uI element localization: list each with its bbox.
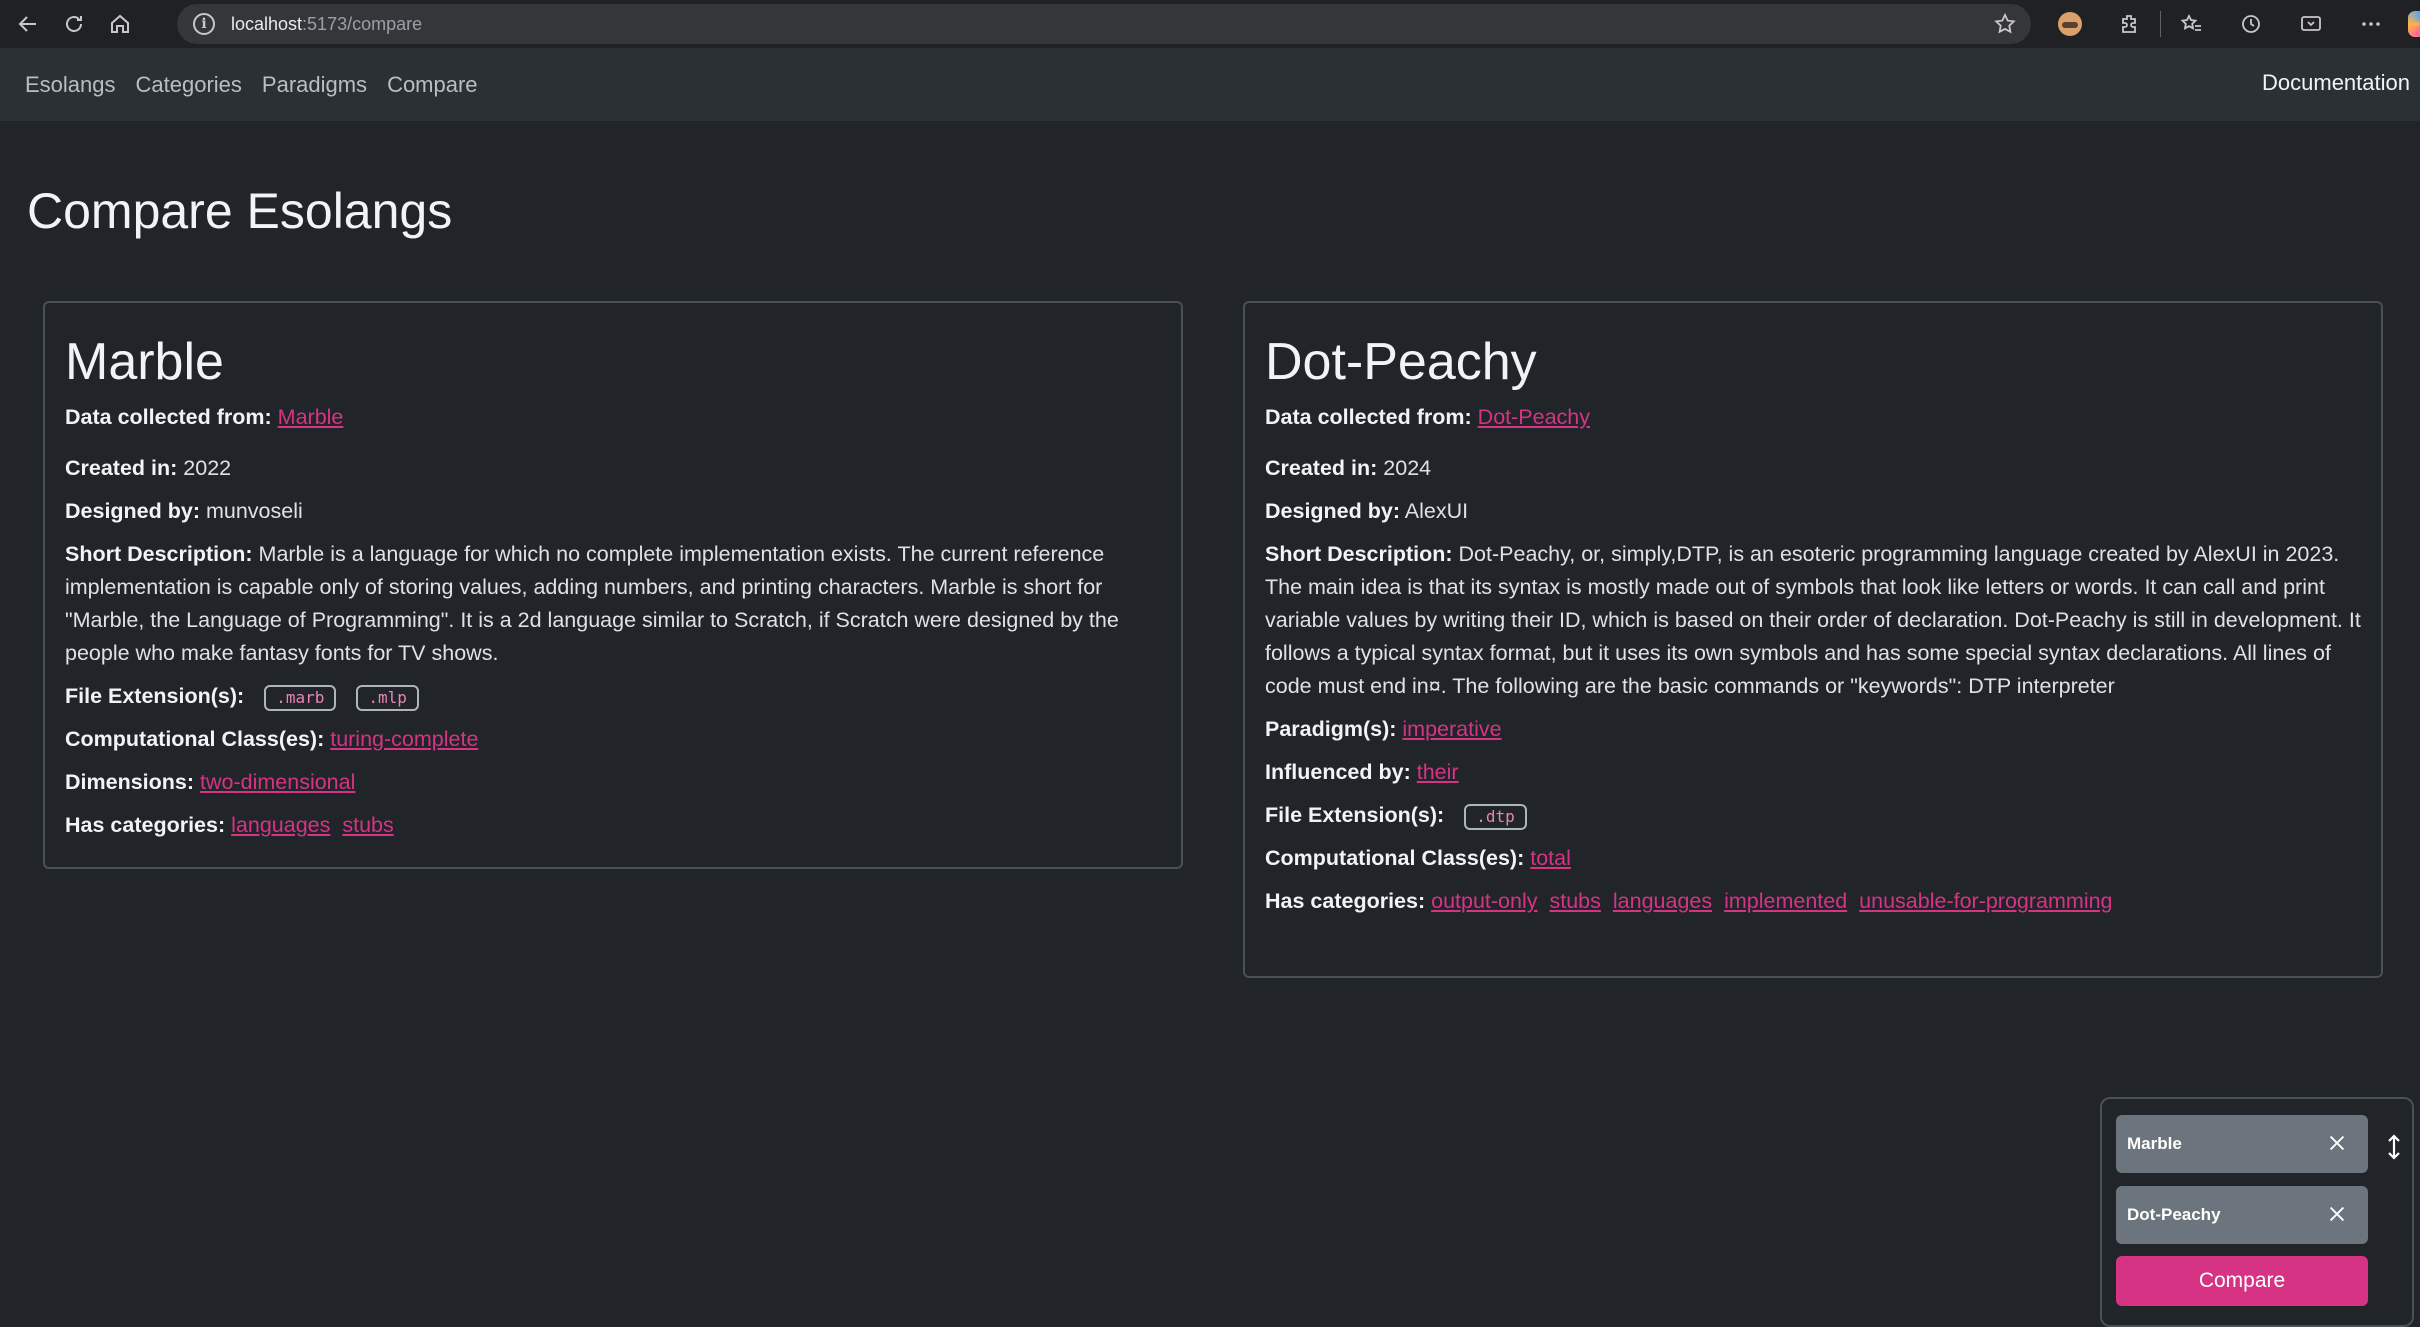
categories-row: Has categories: output-only stubs langua…: [1265, 889, 2113, 914]
copilot-icon[interactable]: [2401, 1, 2420, 47]
nav-compare[interactable]: Compare: [387, 72, 477, 98]
computational-class-row: Computational Class(es): turing-complete: [65, 727, 479, 752]
data-source-row: Data collected from: Dot-Peachy: [1265, 405, 1591, 430]
created-row: Created in: 2022: [65, 456, 232, 481]
category-link[interactable]: output-only: [1431, 889, 1537, 913]
paradigm-link[interactable]: imperative: [1402, 717, 1501, 741]
esolang-name: Dot-Peachy: [1265, 333, 1537, 391]
compare-item-label: Dot-Peachy: [2127, 1205, 2221, 1224]
nav-categories[interactable]: Categories: [136, 72, 242, 98]
nav-esolangs[interactable]: Esolangs: [25, 72, 116, 98]
created-row: Created in: 2024: [1265, 456, 1432, 481]
computational-class-link[interactable]: total: [1530, 846, 1571, 870]
description-row: Short Description: Dot-Peachy, or, simpl…: [1265, 542, 2361, 699]
compare-item: Marble: [2116, 1115, 2368, 1173]
app-navbar: Esolangs Categories Paradigms Compare Do…: [0, 48, 2420, 121]
reload-icon[interactable]: [51, 1, 97, 47]
designer-row: Designed by: munvoseli: [65, 499, 303, 524]
favorites-icon[interactable]: [2161, 1, 2221, 47]
compare-button[interactable]: Compare: [2116, 1256, 2368, 1306]
influenced-by-link[interactable]: their: [1417, 760, 1459, 784]
category-link[interactable]: languages: [1613, 889, 1712, 913]
close-icon[interactable]: [2326, 1132, 2348, 1154]
category-link[interactable]: languages: [231, 813, 330, 837]
drag-handle-icon[interactable]: [2384, 1133, 2404, 1161]
nav-documentation[interactable]: Documentation: [2262, 70, 2410, 96]
compare-panel: Marble Dot-Peachy Compare: [2100, 1097, 2414, 1327]
data-source-link[interactable]: Dot-Peachy: [1478, 405, 1590, 429]
paradigm-row: Paradigm(s): imperative: [1265, 717, 1502, 742]
file-extension-chip: .dtp: [1464, 803, 1527, 830]
screenshot-icon[interactable]: [2281, 1, 2341, 47]
dimensions-row: Dimensions: two-dimensional: [65, 770, 356, 795]
data-source-row: Data collected from: Marble: [65, 405, 344, 430]
file-extension-row: File Extension(s): .dtp: [1265, 799, 2361, 832]
computational-class-row: Computational Class(es): total: [1265, 846, 1571, 871]
profile-avatar-icon[interactable]: [2040, 1, 2100, 47]
computational-class-link[interactable]: turing-complete: [330, 727, 478, 751]
file-extension-row: File Extension(s): .marb .mlp: [65, 680, 1161, 713]
category-link[interactable]: stubs: [1550, 889, 1601, 913]
categories-row: Has categories: languages stubs: [65, 813, 394, 838]
more-menu-icon[interactable]: [2341, 1, 2401, 47]
compare-item: Dot-Peachy: [2116, 1186, 2368, 1244]
file-extension-chip: .marb: [264, 684, 337, 711]
home-icon[interactable]: [97, 1, 143, 47]
description-row: Short Description: Marble is a language …: [65, 542, 1119, 666]
category-link[interactable]: implemented: [1724, 889, 1847, 913]
influenced-by-row: Influenced by: their: [1265, 760, 1459, 785]
extensions-icon[interactable]: [2100, 1, 2160, 47]
favorite-star-icon[interactable]: [1993, 12, 2017, 36]
back-icon[interactable]: [5, 1, 51, 47]
designer-row: Designed by: AlexUI: [1265, 499, 1469, 524]
file-extension-chip: .mlp: [356, 684, 419, 711]
nav-paradigms[interactable]: Paradigms: [262, 72, 367, 98]
category-link[interactable]: unusable-for-programming: [1859, 889, 2112, 913]
category-link[interactable]: stubs: [342, 813, 393, 837]
compare-item-label: Marble: [2127, 1134, 2182, 1153]
esolang-card-right: Dot-Peachy Data collected from: Dot-Peac…: [1243, 301, 2383, 978]
url-text[interactable]: localhost:5173/compare: [231, 14, 422, 35]
page-title: Compare Esolangs: [27, 183, 453, 239]
browser-toolbar: i localhost:5173/compare: [0, 0, 2420, 48]
site-info-icon[interactable]: i: [193, 13, 215, 35]
data-source-link[interactable]: Marble: [278, 405, 344, 429]
dimensions-link[interactable]: two-dimensional: [200, 770, 355, 794]
close-icon[interactable]: [2326, 1203, 2348, 1225]
esolang-name: Marble: [65, 333, 224, 391]
address-bar[interactable]: i localhost:5173/compare: [177, 4, 2031, 44]
history-icon[interactable]: [2221, 1, 2281, 47]
esolang-card-left: Marble Data collected from: Marble Creat…: [43, 301, 1183, 869]
